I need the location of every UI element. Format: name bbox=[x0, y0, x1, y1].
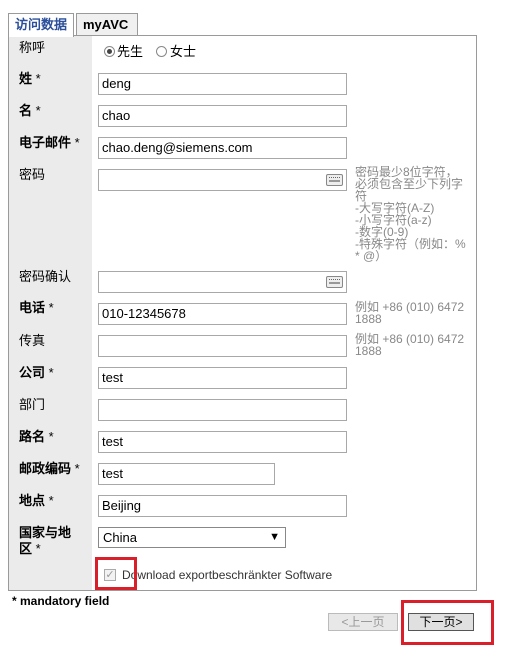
fax-label: 传真 bbox=[19, 333, 46, 348]
password-input[interactable] bbox=[98, 169, 347, 191]
keyboard-icon[interactable] bbox=[326, 276, 343, 288]
dropdown-arrow-icon: ▼ bbox=[269, 531, 280, 543]
street-input[interactable]: test bbox=[98, 431, 347, 453]
prev-button[interactable]: <上一页 bbox=[328, 613, 398, 631]
tab-myavc[interactable]: myAVC bbox=[76, 13, 138, 35]
email-input[interactable]: chao.deng@siemens.com bbox=[98, 137, 347, 159]
first-name-label: 名 * bbox=[19, 103, 41, 118]
password-confirm-input[interactable] bbox=[98, 271, 347, 293]
phone-label: 电话 * bbox=[19, 300, 54, 315]
salutation-label: 称呼 bbox=[19, 40, 46, 55]
city-input[interactable]: Beijing bbox=[98, 495, 347, 517]
radio-mr-label: 先生 bbox=[117, 44, 144, 59]
keyboard-icon[interactable] bbox=[326, 174, 343, 186]
password-label: 密码 bbox=[19, 167, 46, 182]
password-confirm-label: 密码确认 bbox=[19, 269, 72, 284]
street-label: 路名 * bbox=[19, 429, 54, 444]
fax-input[interactable] bbox=[98, 335, 347, 357]
checkbox-highlight bbox=[95, 557, 137, 590]
tab-access-data[interactable]: 访问数据 bbox=[8, 13, 74, 37]
phone-hint: 例如 +86 (010) 6472 1888 bbox=[355, 300, 465, 326]
last-name-input[interactable]: deng bbox=[98, 73, 347, 95]
company-label: 公司 * bbox=[19, 365, 54, 380]
last-name-label: 姓 * bbox=[19, 71, 41, 86]
city-label: 地点 * bbox=[19, 493, 54, 508]
company-input[interactable]: test bbox=[98, 367, 347, 389]
mandatory-note: * mandatory field bbox=[12, 594, 110, 608]
country-label: 国家与地 区 * bbox=[19, 525, 72, 556]
next-button[interactable]: 下一页> bbox=[408, 613, 474, 631]
email-label: 电子邮件 * bbox=[19, 135, 80, 150]
postal-code-label: 邮政编码 * bbox=[19, 461, 80, 476]
first-name-input[interactable]: chao bbox=[98, 105, 347, 127]
department-input[interactable] bbox=[98, 399, 347, 421]
radio-ms[interactable] bbox=[156, 46, 167, 57]
fax-hint: 例如 +86 (010) 6472 1888 bbox=[355, 332, 465, 358]
radio-mr[interactable] bbox=[104, 46, 115, 57]
download-checkbox-label: Download exportbeschränkter Software bbox=[122, 568, 333, 582]
radio-ms-label: 女士 bbox=[170, 44, 197, 59]
phone-input[interactable]: 010-12345678 bbox=[98, 303, 347, 325]
postal-code-input[interactable]: test bbox=[98, 463, 275, 485]
country-select[interactable]: China ▼ bbox=[98, 527, 286, 548]
password-hint: 密码最少8位字符， 必须包含至少下列字 符 -大写字符(A-Z) -小写字符(a… bbox=[355, 165, 466, 263]
department-label: 部门 bbox=[19, 397, 46, 412]
form-panel: 称呼 先生 女士 姓 * deng 名 * chao 电子邮件 * chao.d… bbox=[8, 35, 477, 591]
